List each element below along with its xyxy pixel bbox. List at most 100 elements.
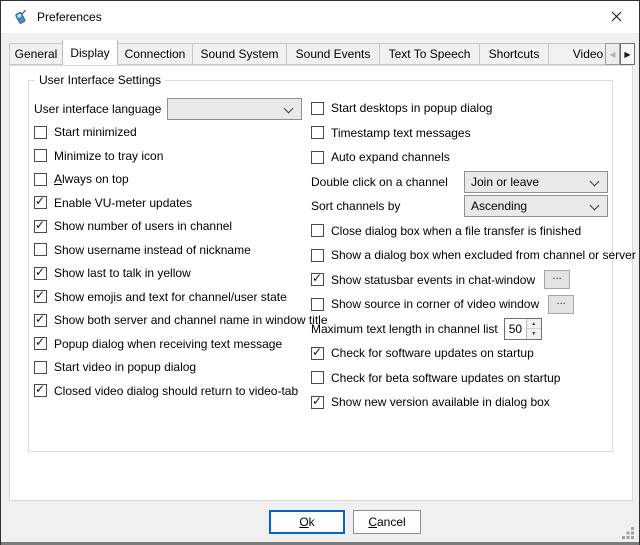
- tab-text-to-speech[interactable]: Text To Speech: [379, 43, 480, 65]
- start-minimized-checkbox[interactable]: ✓: [34, 126, 47, 139]
- spinner-value[interactable]: 50: [505, 319, 526, 339]
- video-source-row: ✓ Show source in corner of video window …: [311, 292, 608, 317]
- checkbox-label: Show a dialog box when excluded from cha…: [331, 248, 636, 262]
- video-popup-checkbox[interactable]: ✓: [34, 361, 47, 374]
- video-source-checkbox[interactable]: ✓: [311, 298, 324, 311]
- max-text-length-label: Maximum text length in channel list: [311, 322, 498, 336]
- emojis-checkbox[interactable]: ✓: [34, 290, 47, 303]
- double-click-select[interactable]: Join or leave: [464, 171, 608, 193]
- double-click-row: Double click on a channel Join or leave: [311, 170, 608, 195]
- double-click-label: Double click on a channel: [311, 175, 448, 189]
- cancel-button-label: Cancel: [368, 515, 405, 529]
- check-icon: ✓: [35, 383, 45, 396]
- new-version-dialog-checkbox[interactable]: ✓: [311, 396, 324, 409]
- checkbox-row: ✓ Start desktops in popup dialog: [311, 96, 608, 121]
- check-icon: ✓: [35, 289, 45, 302]
- close-on-transfer-checkbox[interactable]: ✓: [311, 224, 324, 237]
- group-title: User Interface Settings: [35, 73, 165, 87]
- sort-channels-value: Ascending: [471, 199, 527, 213]
- close-icon[interactable]: [595, 2, 637, 31]
- show-username-checkbox[interactable]: ✓: [34, 243, 47, 256]
- statusbar-events-checkbox[interactable]: ✓: [311, 273, 324, 286]
- checkbox-row: ✓ Show number of users in channel: [34, 215, 302, 239]
- checkbox-label: Show source in corner of video window: [331, 297, 539, 311]
- check-beta-updates-checkbox[interactable]: ✓: [311, 371, 324, 384]
- language-row: User interface language: [34, 97, 302, 121]
- checkbox-label: Show username instead of nickname: [54, 243, 251, 257]
- excluded-dialog-checkbox[interactable]: ✓: [311, 249, 324, 262]
- statusbar-events-browse-button[interactable]: ...: [544, 270, 570, 289]
- always-on-top-checkbox[interactable]: ✓: [34, 173, 47, 186]
- sort-channels-select[interactable]: Ascending: [464, 195, 608, 217]
- checkbox-label: Minimize to tray icon: [54, 149, 163, 163]
- tab-general[interactable]: General: [9, 43, 63, 65]
- timestamp-checkbox[interactable]: ✓: [311, 126, 324, 139]
- tab-sound-events[interactable]: Sound Events: [286, 43, 380, 65]
- language-select[interactable]: [167, 98, 302, 120]
- spin-up-icon[interactable]: ▲: [527, 319, 541, 330]
- checkbox-label: Close dialog box when a file transfer is…: [331, 224, 581, 238]
- title-bar: Preferences: [1, 1, 639, 33]
- tab-connection[interactable]: Connection: [117, 43, 193, 65]
- checkbox-label: Start minimized: [54, 125, 137, 139]
- ok-button[interactable]: Ok: [269, 510, 345, 534]
- tab-scroll-right-icon[interactable]: ▶: [620, 43, 635, 65]
- checkbox-row: ✓ Show new version available in dialog b…: [311, 390, 608, 415]
- checkbox-row: ✓ Close dialog box when a file transfer …: [311, 219, 608, 244]
- checkbox-row: ✓ Show a dialog box when excluded from c…: [311, 243, 608, 268]
- tab-shortcuts[interactable]: Shortcuts: [479, 43, 549, 65]
- statusbar-events-row: ✓ Show statusbar events in chat-window .…: [311, 268, 608, 293]
- cancel-button[interactable]: Cancel: [353, 510, 421, 534]
- chevron-down-icon: [590, 201, 600, 211]
- checkbox-label: Show last to talk in yellow: [54, 266, 191, 280]
- max-text-length-spinner: 50 ▲ ▼: [504, 318, 542, 340]
- checkbox-label: Show emojis and text for channel/user st…: [54, 290, 287, 304]
- checkbox-label: Check for beta software updates on start…: [331, 371, 560, 385]
- chevron-down-icon: [284, 103, 294, 113]
- check-icon: ✓: [312, 272, 322, 285]
- checkbox-label: Check for software updates on startup: [331, 346, 534, 360]
- check-updates-checkbox[interactable]: ✓: [311, 347, 324, 360]
- checkbox-row: ✓ Timestamp text messages: [311, 121, 608, 146]
- max-text-length-row: Maximum text length in channel list 50 ▲…: [311, 317, 608, 342]
- checkbox-label: Start desktops in popup dialog: [331, 101, 492, 115]
- checkbox-row: ✓ Show both server and channel name in w…: [34, 309, 302, 333]
- checkbox-row: ✓ Check for software updates on startup: [311, 341, 608, 366]
- checkbox-row: ✓ Start video in popup dialog: [34, 356, 302, 380]
- checkbox-row: ✓ Show username instead of nickname: [34, 238, 302, 262]
- tab-video[interactable]: Video: [548, 43, 605, 65]
- closed-video-return-checkbox[interactable]: ✓: [34, 384, 47, 397]
- checkbox-row: ✓ Popup dialog when receiving text messa…: [34, 332, 302, 356]
- checkbox-label: Enable VU-meter updates: [54, 196, 192, 210]
- checkbox-row: ✓ Check for beta software updates on sta…: [311, 366, 608, 391]
- check-icon: ✓: [35, 195, 45, 208]
- window-title: Preferences: [37, 10, 102, 24]
- desktops-popup-checkbox[interactable]: ✓: [311, 102, 324, 115]
- checkbox-row: ✓ Enable VU-meter updates: [34, 191, 302, 215]
- video-source-browse-button[interactable]: ...: [548, 295, 574, 314]
- checkbox-row: ✓ Auto expand channels: [311, 145, 608, 170]
- double-click-value: Join or leave: [471, 175, 539, 189]
- server-channel-title-checkbox[interactable]: ✓: [34, 314, 47, 327]
- check-icon: ✓: [35, 313, 45, 326]
- app-icon: [12, 9, 28, 25]
- minimize-to-tray-checkbox[interactable]: ✓: [34, 149, 47, 162]
- checkbox-row: ✓ Closed video dialog should return to v…: [34, 379, 302, 403]
- tab-scroll-left-icon[interactable]: ◀: [605, 43, 620, 65]
- sort-channels-row: Sort channels by Ascending: [311, 194, 608, 219]
- chevron-down-icon: [590, 176, 600, 186]
- checkbox-label: Timestamp text messages: [331, 126, 471, 140]
- spinner-arrows: ▲ ▼: [526, 319, 541, 339]
- checkbox-label: Show statusbar events in chat-window: [331, 273, 535, 287]
- popup-text-message-checkbox[interactable]: ✓: [34, 337, 47, 350]
- checkbox-label: Popup dialog when receiving text message: [54, 337, 282, 351]
- tab-sound-system[interactable]: Sound System: [192, 43, 287, 65]
- tab-display[interactable]: Display: [62, 40, 118, 65]
- last-to-talk-checkbox[interactable]: ✓: [34, 267, 47, 280]
- auto-expand-checkbox[interactable]: ✓: [311, 151, 324, 164]
- spin-down-icon[interactable]: ▼: [527, 329, 541, 339]
- tab-bar: General Display Connection Sound System …: [9, 40, 605, 65]
- resize-grip[interactable]: [622, 527, 635, 540]
- show-user-count-checkbox[interactable]: ✓: [34, 220, 47, 233]
- vu-meter-checkbox[interactable]: ✓: [34, 196, 47, 209]
